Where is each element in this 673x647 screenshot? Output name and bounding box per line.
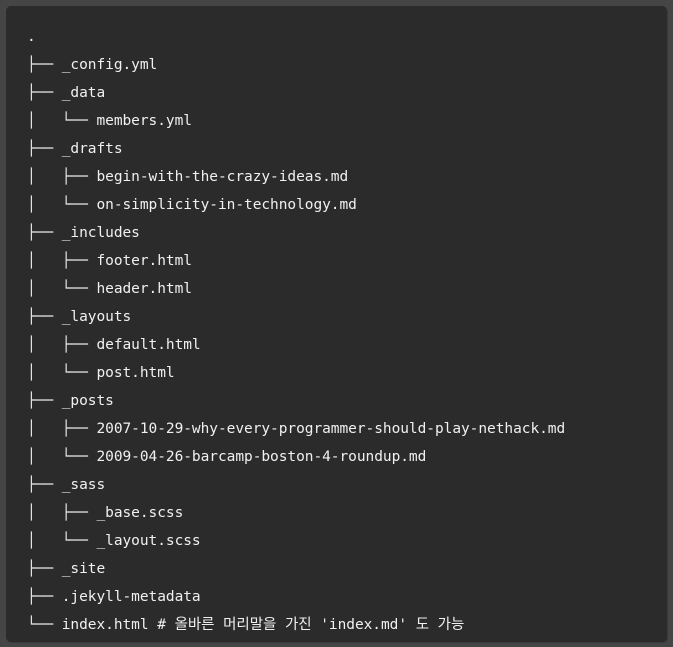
tree-branch-glyph: │ └── [27, 281, 97, 297]
tree-line: │ ├── begin-with-the-crazy-ideas.md [27, 163, 565, 191]
tree-entry-name: 2007-10-29-why-every-programmer-should-p… [96, 421, 566, 437]
tree-line: ├── _drafts [27, 135, 565, 163]
tree-entry-name: on-simplicity-in-technology.md [96, 197, 357, 213]
tree-branch-glyph: │ └── [27, 449, 97, 465]
tree-entry-name: _site [61, 561, 106, 577]
tree-branch-glyph: │ ├── [27, 337, 97, 353]
tree-line: ├── _config.yml [27, 51, 565, 79]
tree-line: ├── _layouts [27, 303, 565, 331]
tree-branch-glyph: ├── [27, 57, 62, 73]
tree-branch-glyph: │ ├── [27, 421, 97, 437]
tree-entry-name: _posts [61, 393, 114, 409]
tree-branch-glyph: │ └── [27, 533, 97, 549]
tree-root: . [27, 29, 36, 45]
tree-line: │ └── post.html [27, 359, 565, 387]
directory-tree: . ├── _config.yml ├── _data │ └── members.y… [27, 23, 565, 639]
tree-entry-name: 2009-04-26-barcamp-boston-4-roundup.md [96, 449, 427, 465]
tree-line: │ └── 2009-04-26-barcamp-boston-4-roundu… [27, 443, 565, 471]
tree-entry-name: members.yml [96, 113, 192, 129]
tree-branch-glyph: ├── [27, 85, 62, 101]
tree-branch-glyph: ├── [27, 225, 62, 241]
tree-branch-glyph: ├── [27, 141, 62, 157]
tree-branch-glyph: ├── [27, 589, 62, 605]
tree-branch-glyph: │ └── [27, 365, 97, 381]
tree-branch-glyph: ├── [27, 393, 62, 409]
tree-entry-name: post.html [96, 365, 175, 381]
tree-entry-name: begin-with-the-crazy-ideas.md [96, 169, 349, 185]
tree-line: └── index.html # 올바른 머리말을 가진 'index.md' … [27, 611, 565, 639]
tree-line: ├── _includes [27, 219, 565, 247]
tree-entry-name: _drafts [61, 141, 123, 157]
tree-line: ├── .jekyll-metadata [27, 583, 565, 611]
tree-branch-glyph: ├── [27, 561, 62, 577]
tree-entry-name: _sass [61, 477, 106, 493]
tree-entry-name: _layout.scss [96, 533, 201, 549]
tree-line: │ └── members.yml [27, 107, 565, 135]
tree-entry-name: .jekyll-metadata [61, 589, 201, 605]
tree-line: │ ├── footer.html [27, 247, 565, 275]
tree-branch-glyph: │ ├── [27, 169, 97, 185]
tree-entry-name: _layouts [61, 309, 132, 325]
tree-entry-name: _data [61, 85, 106, 101]
tree-entry-name: index.html # 올바른 머리말을 가진 'index.md' 도 가능 [61, 617, 465, 633]
tree-branch-glyph: │ └── [27, 113, 97, 129]
tree-entry-name: header.html [96, 281, 192, 297]
tree-branch-glyph: │ ├── [27, 505, 97, 521]
tree-branch-glyph: ├── [27, 477, 62, 493]
tree-entry-name: _base.scss [96, 505, 184, 521]
tree-line: │ └── header.html [27, 275, 565, 303]
tree-line: ├── _posts [27, 387, 565, 415]
code-block: . ├── _config.yml ├── _data │ └── members.y… [6, 6, 667, 642]
tree-branch-glyph: └── [27, 617, 62, 633]
tree-entry-name: default.html [96, 337, 201, 353]
tree-line: │ ├── default.html [27, 331, 565, 359]
tree-line: │ ├── _base.scss [27, 499, 565, 527]
tree-line: │ ├── 2007-10-29-why-every-programmer-sh… [27, 415, 565, 443]
tree-line: │ └── _layout.scss [27, 527, 565, 555]
tree-branch-glyph: │ ├── [27, 253, 97, 269]
tree-line: ├── _data [27, 79, 565, 107]
tree-line: ├── _site [27, 555, 565, 583]
tree-entry-name: footer.html [96, 253, 192, 269]
tree-line: ├── _sass [27, 471, 565, 499]
tree-entry-name: _config.yml [61, 57, 158, 73]
tree-entry-name: _includes [61, 225, 140, 241]
tree-line: │ └── on-simplicity-in-technology.md [27, 191, 565, 219]
tree-branch-glyph: ├── [27, 309, 62, 325]
tree-branch-glyph: │ └── [27, 197, 97, 213]
